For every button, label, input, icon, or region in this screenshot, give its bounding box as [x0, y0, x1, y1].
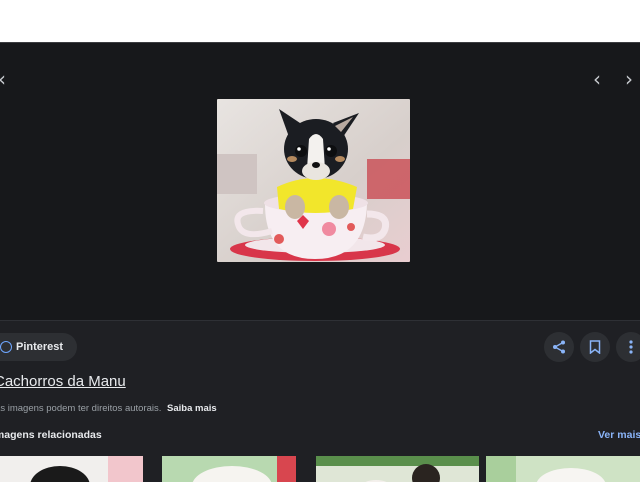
related-image-thumbnail[interactable] — [486, 456, 640, 482]
more-vert-icon — [629, 340, 633, 354]
image-viewer: ‹ ‹ › — [0, 43, 640, 320]
next-image-button[interactable]: › — [617, 67, 640, 91]
related-image-2 — [162, 456, 296, 482]
save-button[interactable] — [580, 332, 610, 362]
divider — [0, 320, 640, 321]
related-image-3 — [316, 456, 479, 482]
related-image-thumbnail[interactable] — [162, 456, 296, 482]
related-images-heading: Imagens relacionadas — [0, 429, 102, 441]
learn-more-link[interactable]: Saiba mais — [167, 403, 217, 414]
copyright-notice: As imagens podem ter direitos autorais. … — [0, 403, 217, 414]
source-chip[interactable]: Pinterest — [0, 333, 78, 361]
related-image-4 — [486, 456, 640, 482]
chihuahua-in-teacup-image — [217, 99, 410, 262]
pinterest-icon — [0, 341, 12, 353]
share-icon — [553, 340, 565, 354]
main-preview-image[interactable] — [217, 99, 410, 262]
image-preview-panel: ‹ ‹ › — [0, 42, 640, 482]
related-image-1 — [0, 456, 143, 482]
image-title-link[interactable]: Cachorros da Manu — [0, 373, 126, 390]
chevron-left-icon[interactable]: ‹ — [0, 67, 14, 91]
bookmark-icon — [589, 340, 601, 354]
share-button[interactable] — [544, 332, 574, 362]
source-name: Pinterest — [16, 341, 64, 353]
copyright-text: As imagens podem ter direitos autorais. — [0, 403, 162, 414]
related-image-thumbnail[interactable] — [0, 456, 143, 482]
see-more-link[interactable]: Ver mais — [598, 429, 640, 441]
related-image-thumbnail[interactable] — [316, 456, 479, 482]
previous-image-button[interactable]: ‹ — [585, 67, 609, 91]
top-blank-area — [0, 0, 640, 42]
more-options-button[interactable] — [616, 332, 640, 362]
